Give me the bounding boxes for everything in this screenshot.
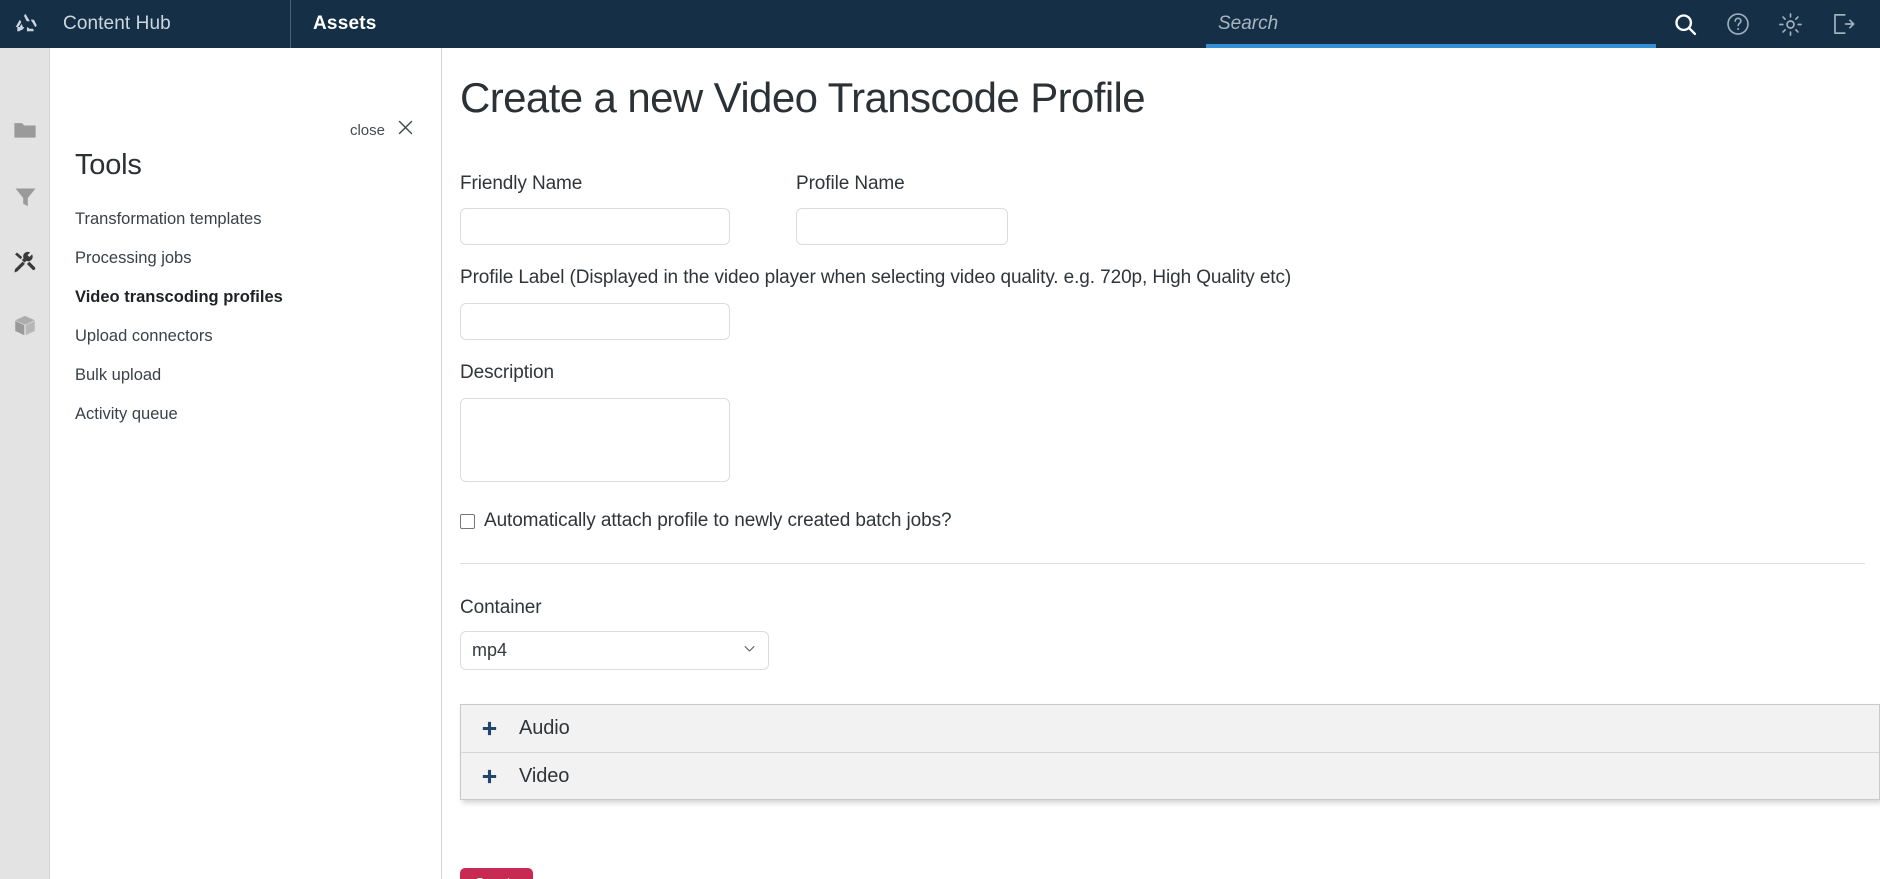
tools-menu-item-bulk-upload[interactable]: Bulk upload — [75, 356, 415, 395]
tools-menu-item-processing-jobs[interactable]: Processing jobs — [75, 239, 415, 278]
auto-attach-checkbox-row[interactable]: Automatically attach profile to newly cr… — [460, 510, 952, 532]
sidebar-item-packages[interactable] — [0, 299, 50, 357]
tools-icon — [12, 249, 38, 280]
accordion-label-audio: Audio — [519, 717, 570, 739]
close-icon[interactable] — [396, 118, 415, 142]
tools-panel: close Tools Transformation templates Pro… — [50, 48, 442, 879]
gear-icon[interactable] — [1777, 11, 1804, 38]
app-logo-icon[interactable] — [0, 0, 50, 48]
main-content: Create a new Video Transcode Profile Fri… — [443, 48, 1880, 879]
close-label: close — [349, 121, 385, 139]
create-button[interactable]: Create — [460, 868, 534, 879]
sidebar-item-folders[interactable] — [0, 103, 50, 161]
codec-accordion: Audio Video — [460, 704, 1880, 800]
logout-icon[interactable] — [1830, 11, 1856, 37]
sidebar-item-filters[interactable] — [0, 171, 50, 229]
friendly-name-label: Friendly Name — [460, 173, 583, 194]
profile-label-label: Profile Label (Displayed in the video pl… — [460, 267, 1292, 288]
auto-attach-label: Automatically attach profile to newly cr… — [484, 510, 952, 531]
page-title: Create a new Video Transcode Profile — [460, 74, 1146, 121]
package-icon — [12, 313, 38, 344]
section-divider — [460, 563, 1865, 564]
accordion-row-audio[interactable]: Audio — [461, 705, 1879, 752]
plus-icon — [481, 720, 498, 737]
description-textarea[interactable] — [460, 398, 730, 482]
brand-title[interactable]: Content Hub — [50, 13, 290, 35]
chevron-down-icon — [742, 641, 757, 661]
left-icon-rail — [0, 48, 50, 879]
profile-label-input[interactable] — [460, 303, 730, 340]
sidebar-item-tools[interactable] — [0, 235, 50, 293]
tools-menu-item-video-transcoding-profiles[interactable]: Video transcoding profiles — [75, 278, 415, 317]
description-label: Description — [460, 362, 554, 383]
profile-name-input[interactable] — [796, 208, 1008, 245]
close-panel-button[interactable]: close — [350, 118, 415, 142]
tools-menu-item-activity-queue[interactable]: Activity queue — [75, 395, 415, 434]
top-header-bar: Content Hub Assets — [0, 0, 1880, 48]
help-icon[interactable] — [1725, 11, 1751, 37]
search-field-wrapper[interactable] — [1206, 0, 1656, 48]
tools-panel-heading: Tools — [75, 149, 142, 181]
container-select[interactable]: mp4 — [460, 631, 769, 670]
tools-menu-item-upload-connectors[interactable]: Upload connectors — [75, 317, 415, 356]
search-icon[interactable] — [1672, 11, 1699, 38]
container-label: Container — [460, 597, 542, 618]
container-select-value: mp4 — [472, 640, 508, 660]
section-title[interactable]: Assets — [291, 13, 377, 35]
auto-attach-checkbox[interactable] — [460, 513, 475, 529]
plus-icon — [481, 768, 498, 785]
tools-menu: Transformation templates Processing jobs… — [75, 200, 415, 434]
friendly-name-input[interactable] — [460, 208, 730, 245]
header-icon-group — [1656, 11, 1880, 38]
search-input[interactable] — [1206, 13, 1656, 35]
filter-icon — [13, 185, 38, 215]
profile-name-label: Profile Name — [796, 173, 905, 194]
accordion-row-video[interactable]: Video — [461, 752, 1879, 799]
folder-icon — [12, 117, 38, 148]
tools-menu-item-transformation-templates[interactable]: Transformation templates — [75, 200, 415, 239]
accordion-label-video: Video — [519, 764, 570, 787]
